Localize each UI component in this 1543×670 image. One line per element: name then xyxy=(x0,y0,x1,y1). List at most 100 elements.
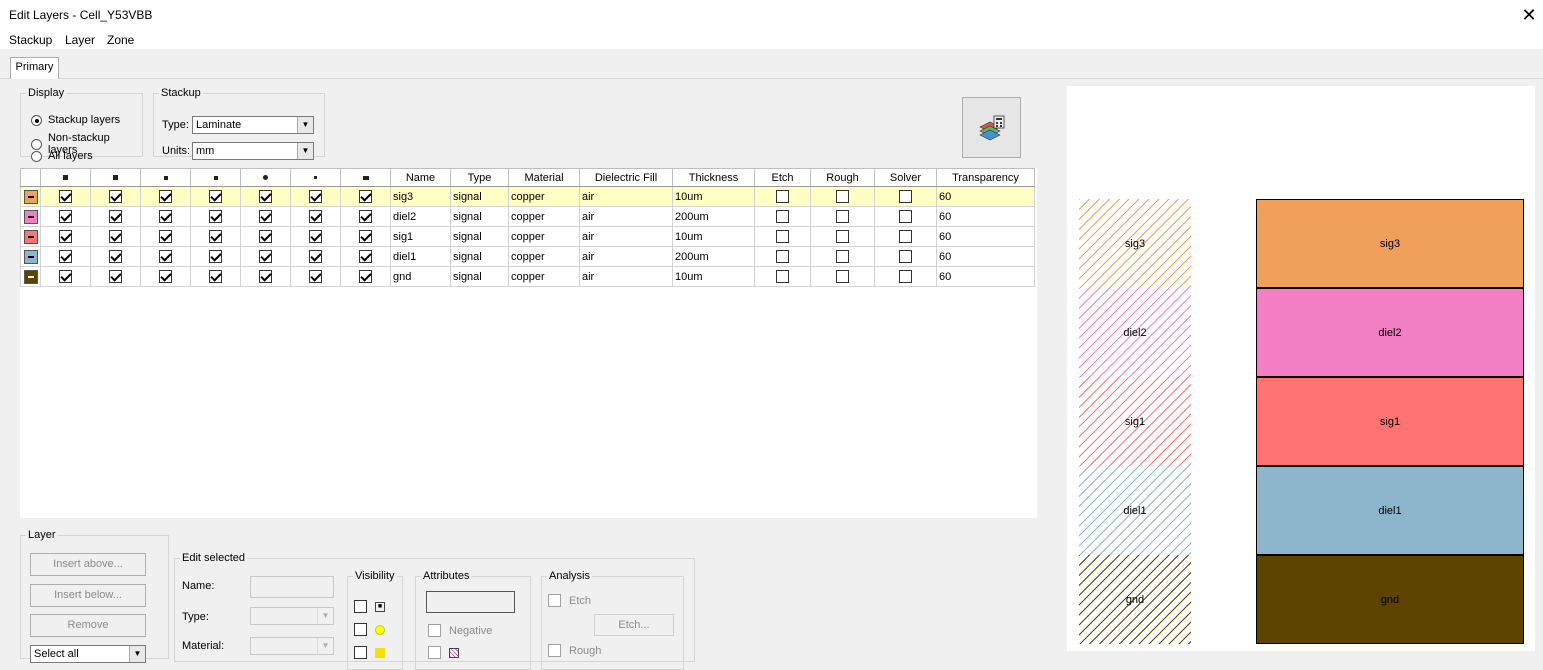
preview-solid-layer[interactable]: sig1 xyxy=(1256,377,1524,466)
etch-checkbox[interactable] xyxy=(548,594,561,607)
visibility-cell[interactable] xyxy=(340,266,391,287)
visibility-checkbox[interactable] xyxy=(259,230,272,243)
layer-material-cell[interactable]: copper xyxy=(508,186,580,207)
column-circle-header[interactable] xyxy=(240,168,291,187)
column-solver-header[interactable]: Solver xyxy=(874,168,937,187)
visibility-checkbox[interactable] xyxy=(59,230,72,243)
etch-cell[interactable] xyxy=(754,246,811,267)
visibility-checkbox[interactable] xyxy=(209,250,222,263)
visibility-checkbox[interactable] xyxy=(259,190,272,203)
etch-checkbox[interactable] xyxy=(776,190,789,203)
preview-solid-layer[interactable]: gnd xyxy=(1256,555,1524,644)
visibility-checkbox[interactable] xyxy=(259,210,272,223)
units-select[interactable]: mm ▼ xyxy=(192,142,314,160)
rough-cell[interactable] xyxy=(810,226,875,247)
visibility-checkbox[interactable] xyxy=(59,270,72,283)
rough-checkbox[interactable] xyxy=(836,250,849,263)
stackup-type-select[interactable]: Laminate ▼ xyxy=(192,116,314,134)
solver-checkbox[interactable] xyxy=(899,210,912,223)
layer-transparency-cell[interactable]: 60 xyxy=(936,226,1035,247)
tab-primary[interactable]: Primary xyxy=(10,57,59,79)
visibility-checkbox[interactable] xyxy=(59,210,72,223)
layer-color-cell[interactable] xyxy=(20,266,41,287)
layer-transparency-cell[interactable]: 60 xyxy=(936,266,1035,287)
negative-checkbox[interactable] xyxy=(428,624,441,637)
rough-checkbox[interactable] xyxy=(836,230,849,243)
rough-checkbox[interactable] xyxy=(836,210,849,223)
solver-cell[interactable] xyxy=(874,246,937,267)
visibility-checkbox[interactable] xyxy=(159,190,172,203)
visibility-cell[interactable] xyxy=(290,246,341,267)
layer-type-cell[interactable]: signal xyxy=(450,226,509,247)
visibility-checkbox[interactable] xyxy=(359,210,372,223)
visibility-checkbox-3[interactable] xyxy=(354,646,367,659)
layer-fill-cell[interactable]: air xyxy=(579,266,673,287)
preview-hatch-layer[interactable]: sig1 xyxy=(1079,377,1191,466)
visibility-checkbox[interactable] xyxy=(109,270,122,283)
pattern-checkbox[interactable] xyxy=(428,646,441,659)
name-field[interactable] xyxy=(250,576,334,598)
layer-type-cell[interactable]: signal xyxy=(450,186,509,207)
preview-hatch-layer[interactable]: sig3 xyxy=(1079,199,1191,288)
visibility-checkbox[interactable] xyxy=(309,190,322,203)
column-thickness-header[interactable]: Thickness xyxy=(672,168,755,187)
visibility-cell[interactable] xyxy=(290,226,341,247)
visibility-checkbox[interactable] xyxy=(109,210,122,223)
solver-checkbox[interactable] xyxy=(899,230,912,243)
column-pad-header[interactable] xyxy=(140,168,191,187)
visibility-checkbox[interactable] xyxy=(259,270,272,283)
column-shaded-header[interactable] xyxy=(90,168,141,187)
layer-material-cell[interactable]: copper xyxy=(508,206,580,227)
visibility-checkbox[interactable] xyxy=(209,190,222,203)
visibility-checkbox[interactable] xyxy=(359,190,372,203)
layer-material-cell[interactable]: copper xyxy=(508,246,580,267)
column-visible-header[interactable] xyxy=(40,168,91,187)
column-dot-header[interactable] xyxy=(290,168,341,187)
visibility-cell[interactable] xyxy=(290,186,341,207)
layer-thickness-cell[interactable]: 10um xyxy=(672,266,755,287)
layer-color-swatch[interactable] xyxy=(23,249,38,264)
visibility-cell[interactable] xyxy=(90,266,141,287)
visibility-cell[interactable] xyxy=(190,226,241,247)
visibility-checkbox[interactable] xyxy=(159,230,172,243)
visibility-checkbox-1[interactable] xyxy=(354,600,367,613)
layer-transparency-cell[interactable]: 60 xyxy=(936,206,1035,227)
close-icon[interactable]: ✕ xyxy=(1515,0,1543,30)
visibility-cell[interactable] xyxy=(90,226,141,247)
visibility-checkbox[interactable] xyxy=(209,210,222,223)
etch-cell[interactable] xyxy=(754,206,811,227)
column-transparency-header[interactable]: Transparency xyxy=(936,168,1035,187)
radio-all-layers[interactable]: All layers xyxy=(31,150,93,162)
layer-name-cell[interactable]: sig3 xyxy=(390,186,451,207)
visibility-checkbox[interactable] xyxy=(209,230,222,243)
visibility-checkbox[interactable] xyxy=(159,270,172,283)
visibility-cell[interactable] xyxy=(90,206,141,227)
visibility-cell[interactable] xyxy=(40,246,91,267)
solver-cell[interactable] xyxy=(874,186,937,207)
solver-cell[interactable] xyxy=(874,206,937,227)
visibility-cell[interactable] xyxy=(40,266,91,287)
layer-name-cell[interactable]: sig1 xyxy=(390,226,451,247)
stackup-wizard-button[interactable] xyxy=(962,97,1021,158)
solver-checkbox[interactable] xyxy=(899,270,912,283)
etch-button[interactable]: Etch... xyxy=(594,614,674,636)
table-row[interactable]: sig3 signal copper air 10um 60 xyxy=(20,186,1035,207)
table-row[interactable]: diel1 signal copper air 200um 60 xyxy=(20,246,1035,267)
layer-color-swatch[interactable] xyxy=(23,229,38,244)
rough-cell[interactable] xyxy=(810,266,875,287)
select-all-dropdown[interactable]: Select all ▼ xyxy=(30,645,146,663)
column-component-header[interactable] xyxy=(340,168,391,187)
layer-fill-cell[interactable]: air xyxy=(579,206,673,227)
visibility-checkbox[interactable] xyxy=(359,270,372,283)
column-etch-header[interactable]: Etch xyxy=(754,168,811,187)
visibility-checkbox[interactable] xyxy=(359,230,372,243)
material-select[interactable]: ▼ xyxy=(250,637,334,655)
visibility-cell[interactable] xyxy=(240,186,291,207)
layer-fill-cell[interactable]: air xyxy=(579,226,673,247)
visibility-cell[interactable] xyxy=(340,186,391,207)
visibility-checkbox[interactable] xyxy=(209,270,222,283)
visibility-checkbox[interactable] xyxy=(109,190,122,203)
visibility-checkbox[interactable] xyxy=(309,210,322,223)
visibility-cell[interactable] xyxy=(340,246,391,267)
visibility-cell[interactable] xyxy=(90,186,141,207)
